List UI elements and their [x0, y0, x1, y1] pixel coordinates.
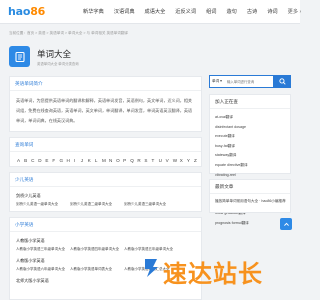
latest-card: 最新文章 播放简单单词常用语句大全 · hao86小编推荐 — [209, 179, 291, 213]
primary-subhead-1: 人教版小学英语 — [16, 238, 45, 243]
nav-item-more[interactable]: 更多 › — [288, 8, 302, 15]
list-item[interactable]: 人教版小学英语六年级单词大全 — [16, 267, 70, 272]
letter-link[interactable]: G — [59, 158, 66, 163]
site-logo[interactable]: hao86 — [8, 5, 45, 18]
recent-title: 加入正在查 — [210, 95, 290, 109]
letter-link[interactable]: D — [38, 158, 45, 163]
recent-card: 加入正在查 at-oval翻译 disinfectant dosage execut… — [209, 94, 291, 225]
junior-list: 剑桥少儿英语一级单词大全 剑桥少儿英语二级单词大全 剑桥少儿英语三级单词大全 — [10, 199, 201, 207]
intro-card: 英语单词简介 英语单词，为您提供英语单词的翻译和解释，英语单词发音，英语例句，英… — [9, 76, 202, 132]
letter-link[interactable]: R — [137, 158, 144, 163]
letter-link[interactable]: H — [67, 158, 74, 163]
logo-text-86: 86 — [30, 5, 46, 18]
letter-link[interactable]: I — [74, 158, 81, 163]
letter-link[interactable]: U — [159, 158, 166, 163]
letter-link[interactable]: S — [144, 158, 151, 163]
recent-tag[interactable]: at-oval翻译 — [215, 113, 253, 123]
page-header: 单词大全 英语单词大全 单词分类查询 — [9, 44, 291, 70]
nav-item-cidian[interactable]: 汉语词典 — [114, 8, 135, 15]
letter-link[interactable]: Q — [130, 158, 137, 163]
list-item[interactable]: 剑桥少儿英语三级单词大全 — [124, 202, 178, 207]
letter-link[interactable]: M — [102, 158, 109, 163]
list-item[interactable]: 剑桥少儿英语二级单词大全 — [70, 202, 124, 207]
junior-card: 少儿英语 剑桥少儿英语 剑桥少儿英语一级单词大全 剑桥少儿英语二级单词大全 剑桥… — [9, 172, 202, 212]
top-bar: hao86 新华字典 汉语词典 成语大全 近反义词 组词 造句 古诗 诗词 更多… — [0, 0, 301, 24]
letter-link[interactable]: N — [109, 158, 116, 163]
back-to-top-button[interactable] — [280, 218, 292, 230]
letter-link[interactable]: T — [151, 158, 158, 163]
list-item[interactable]: 人教版小学英语四年级单词大全 — [70, 247, 124, 252]
letter-link[interactable]: C — [31, 158, 38, 163]
recent-tag[interactable]: busy-fat翻译 — [215, 142, 253, 152]
recent-tag[interactable]: equate directive翻译 — [215, 161, 253, 171]
main-nav: 新华字典 汉语词典 成语大全 近反义词 组词 造句 古诗 诗词 更多 › — [83, 8, 311, 15]
letter-link[interactable]: L — [95, 158, 102, 163]
latest-title: 最新文章 — [210, 180, 290, 194]
letter-link[interactable]: V — [166, 158, 173, 163]
letter-link[interactable]: B — [24, 158, 31, 163]
search-icon — [278, 78, 286, 85]
letter-link[interactable]: Y — [187, 158, 194, 163]
primary-title: 小学英语 — [10, 218, 201, 232]
page-title: 单词大全 — [37, 49, 72, 59]
watermark: 速达站长 — [142, 252, 292, 290]
breadcrumb: 当前位置：首页 > 英语 > 英语单词 > 单词大全 > 与 单词相关 英语单词… — [9, 31, 129, 35]
recent-tag[interactable]: prognosis formul翻译 — [215, 219, 253, 229]
nav-item-shici[interactable]: 诗词 — [267, 8, 277, 15]
search-input[interactable] — [227, 78, 273, 86]
letter-index: ABCDEFGHIJKLMNOPQRSTUVWXYZ — [10, 152, 201, 163]
latest-item[interactable]: 播放简单单词常用语句大全 · hao86小编推荐 — [210, 194, 290, 204]
letter-link[interactable]: O — [116, 158, 123, 163]
list-item[interactable]: 剑桥少儿英语一级单词大全 — [16, 202, 70, 207]
primary-list-1: 人教版小学英语三年级单词大全 人教版小学英语四年级单词大全 人教版小学英语五年级… — [10, 244, 201, 252]
recent-tag[interactable]: execute翻译 — [215, 132, 253, 142]
nav-item-gushi[interactable]: 古诗 — [247, 8, 257, 15]
nav-item-zuci[interactable]: 组词 — [206, 8, 216, 15]
logo-text-hao: hao — [8, 5, 31, 18]
letter-link[interactable]: F — [52, 158, 59, 163]
list-item[interactable]: 人教版小学英语单词表大全 — [70, 267, 124, 272]
nav-item-chengyu[interactable]: 成语大全 — [145, 8, 166, 15]
junior-subhead: 剑桥少儿英语 — [16, 193, 41, 198]
nav-item-zaoju[interactable]: 造句 — [226, 8, 236, 15]
letter-link[interactable]: W — [173, 158, 180, 163]
watermark-logo-icon — [145, 259, 158, 277]
intro-text: 英语单词，为您提供英语单词的翻译和解释，英语单词发音，英语例句，英文单词，近义词… — [16, 98, 193, 123]
watermark-text: 速达站长 — [163, 260, 263, 288]
nav-item-jinfanyi[interactable]: 近反义词 — [175, 8, 196, 15]
nav-more-label: 更多 — [287, 9, 299, 15]
lookup-title: 查询单词 — [10, 138, 201, 152]
lookup-card: 查询单词 ABCDEFGHIJKLMNOPQRSTUVWXYZ — [9, 137, 202, 167]
search-button[interactable] — [273, 75, 291, 88]
nav-item-xinhua[interactable]: 新华字典 — [83, 8, 104, 15]
recent-tag[interactable]: stateway翻译 — [215, 151, 253, 161]
letter-link[interactable]: K — [88, 158, 95, 163]
arrow-up-icon — [283, 222, 289, 226]
search-type-select[interactable]: 单词 ▾ — [212, 79, 222, 84]
intro-title: 英语单词简介 — [10, 77, 201, 91]
search-box: 单词 ▾ — [209, 75, 291, 88]
letter-link[interactable]: X — [180, 158, 187, 163]
letter-link[interactable]: A — [17, 158, 24, 163]
list-item[interactable]: 人教版小学英语三年级单词大全 — [16, 247, 70, 252]
page-subtitle: 英语单词大全 单词分类查询 — [37, 62, 79, 66]
junior-title: 少儿英语 — [10, 173, 201, 187]
book-icon — [9, 46, 30, 67]
letter-link[interactable]: E — [45, 158, 52, 163]
letter-link[interactable]: Z — [194, 158, 201, 163]
letter-link[interactable]: J — [81, 158, 88, 163]
recent-tag[interactable]: disinfectant dosage — [215, 123, 253, 133]
letter-link[interactable]: P — [123, 158, 130, 163]
